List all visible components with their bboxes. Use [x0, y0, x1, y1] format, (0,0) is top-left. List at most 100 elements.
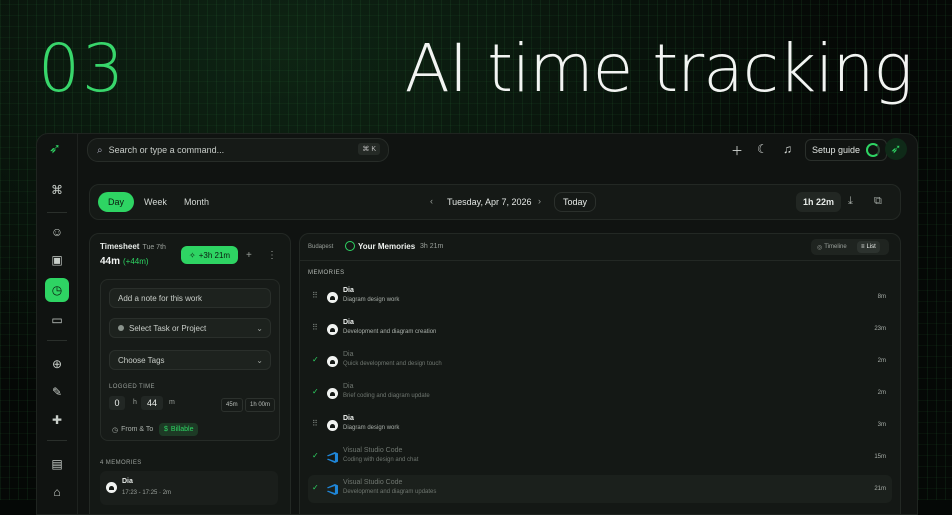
- export-icon[interactable]: ⧉: [874, 195, 882, 208]
- rail-divider: [47, 340, 67, 341]
- command-search[interactable]: ⌕ Search or type a command... ⌘ K: [87, 138, 389, 162]
- tab-day[interactable]: Day: [98, 192, 135, 212]
- shortcuts-icon[interactable]: ⌘: [45, 178, 69, 202]
- memory-description: Coding with design and chat: [343, 457, 419, 463]
- memory-row[interactable]: ✓ Dia Quick development and design touch…: [308, 347, 892, 375]
- tab-list[interactable]: ≡ List: [857, 241, 880, 253]
- top-bar: ⌕ Search or type a command... ⌘ K ＋ ☾ ♫ …: [77, 134, 917, 168]
- minutes-input[interactable]: 44: [141, 396, 163, 410]
- clock-small-icon: ◷: [112, 426, 119, 434]
- memory-duration: 2m: [877, 358, 886, 364]
- chevron-down-icon: ⌄: [256, 355, 263, 365]
- dollar-icon: $: [164, 426, 168, 433]
- memory-app-name: Visual Studio Code: [343, 479, 403, 486]
- rail-divider: [47, 212, 67, 213]
- more-icon[interactable]: ⋮: [267, 250, 277, 261]
- rail-divider: [47, 440, 67, 441]
- new-note-icon[interactable]: ✚: [45, 408, 69, 432]
- memories-icon: [345, 241, 355, 251]
- profile-icon[interactable]: ☺: [45, 220, 69, 244]
- app-window: ➶ ⌘ ☺ ▣ ◷ ▭ ⊕ ✎ ✚ ▤ ⌂ ⌕ Search or type a…: [36, 133, 918, 515]
- tab-timeline[interactable]: ◎ Timeline: [813, 241, 851, 253]
- from-to-toggle[interactable]: ◷ From & To: [107, 423, 158, 436]
- memory-row[interactable]: ⠿ Dia Diagram design work 3m: [308, 411, 892, 439]
- today-button[interactable]: Today: [554, 192, 597, 212]
- memory-description: Diagram design work: [343, 425, 400, 431]
- memory-row[interactable]: ⠿ Dia Diagram design work 8m: [308, 283, 892, 311]
- view-toggle: ◎ Timeline ≡ List: [811, 239, 889, 255]
- memory-app-name: Dia: [343, 319, 354, 326]
- drag-handle-icon[interactable]: ⠿: [312, 323, 318, 332]
- dia-app-icon: [327, 356, 338, 367]
- memory-duration: 21m: [874, 486, 886, 492]
- memory-description: Development and diagram creation: [343, 329, 437, 335]
- memories-title: Your Memories: [358, 242, 416, 251]
- duration-delta: (+44m): [123, 257, 149, 266]
- prev-day-icon[interactable]: ‹: [430, 196, 433, 206]
- dia-app-icon: [106, 482, 117, 493]
- vscode-app-icon: [327, 452, 338, 463]
- memory-row[interactable]: ✓ Visual Studio Code Coding with design …: [308, 443, 892, 471]
- magic-wand-icon[interactable]: ✎: [45, 380, 69, 404]
- logged-time-caption: LOGGED TIME: [109, 384, 155, 390]
- note-input[interactable]: Add a note for this work: [109, 288, 271, 308]
- hero-title: AI time tracking: [404, 30, 913, 107]
- list-icon: ≡: [861, 244, 865, 250]
- add-circle-icon[interactable]: ⊕: [45, 352, 69, 376]
- memory-description: Development and diagram updates: [343, 489, 437, 495]
- search-placeholder: Search or type a command...: [108, 145, 225, 155]
- chevron-down-icon: ⌄: [256, 323, 263, 333]
- memory-duration: 23m: [874, 326, 886, 332]
- video-icon[interactable]: ▭: [45, 308, 69, 332]
- bell-icon[interactable]: ♫: [783, 142, 792, 156]
- bank-icon[interactable]: ⌂: [45, 480, 69, 504]
- next-day-icon[interactable]: ›: [538, 196, 541, 206]
- memory-duration: 2m: [877, 390, 886, 396]
- timesheet-panel: Timesheet Tue 7th 44m (+44m) ✧ +3h 21m + ⋮ …: [89, 233, 291, 514]
- billable-badge[interactable]: $ Billable: [159, 423, 199, 436]
- tab-month[interactable]: Month: [174, 192, 219, 212]
- memory-row[interactable]: ✓ Visual Studio Code Development and dia…: [308, 475, 892, 503]
- shortcut-badge: ⌘ K: [358, 143, 380, 155]
- setup-guide-label: Setup guide: [812, 145, 861, 155]
- date-bar: Day Week Month ‹ Tuesday, Apr 7, 2026 › …: [89, 184, 901, 220]
- task-select[interactable]: Select Task or Project ⌄: [109, 318, 271, 338]
- memory-row[interactable]: ✓ Dia Brief coding and diagram update 2m: [308, 379, 892, 407]
- dia-app-icon: [327, 420, 338, 431]
- section-number: 03: [38, 30, 126, 107]
- add-time-button[interactable]: ✧ +3h 21m: [181, 246, 239, 264]
- drag-handle-icon[interactable]: ⠿: [312, 419, 318, 428]
- calendar-icon[interactable]: ▤: [45, 452, 69, 476]
- avatar[interactable]: ➶: [885, 138, 907, 160]
- project-dot-icon: [118, 325, 124, 331]
- hours-input[interactable]: 0: [109, 396, 125, 410]
- current-date: Tuesday, Apr 7, 2026: [447, 197, 532, 207]
- tags-select[interactable]: Choose Tags ⌄: [109, 350, 271, 370]
- dia-app-icon: [327, 388, 338, 399]
- briefcase-icon[interactable]: ▣: [45, 248, 69, 272]
- download-icon[interactable]: ⤓: [848, 195, 853, 208]
- check-icon: ✓: [312, 483, 319, 492]
- day-total: 1h 22m: [796, 192, 842, 212]
- clock-icon[interactable]: ◷: [45, 278, 69, 302]
- quick-45m-button[interactable]: 45m: [221, 398, 243, 412]
- memory-app-name: Dia: [343, 415, 354, 422]
- setup-guide-button[interactable]: Setup guide: [805, 139, 888, 161]
- timesheet-duration: 44m (+44m): [100, 256, 149, 267]
- memories-duration: 3h 21m: [420, 243, 444, 250]
- memories-panel: Budapest Your Memories 3h 21m ◎ Timeline …: [299, 233, 901, 514]
- moon-icon[interactable]: ☾: [757, 142, 768, 156]
- sidebar-rail: ➶ ⌘ ☺ ▣ ◷ ▭ ⊕ ✎ ✚ ▤ ⌂: [37, 134, 78, 514]
- memory-time: 17:23 - 17:25 · 2m: [122, 490, 172, 496]
- memory-row[interactable]: ⠿ Dia Development and diagram creation 2…: [308, 315, 892, 343]
- memory-app-name: Dia: [343, 383, 354, 390]
- add-icon[interactable]: +: [246, 250, 252, 261]
- quick-1h-button[interactable]: 1h 00m: [245, 398, 276, 412]
- memory-description: Quick development and design touch: [343, 361, 442, 367]
- drag-handle-icon[interactable]: ⠿: [312, 291, 318, 300]
- plus-icon[interactable]: ＋: [731, 142, 743, 159]
- tab-week[interactable]: Week: [134, 192, 177, 212]
- check-icon: ✓: [312, 451, 319, 460]
- app-logo-icon[interactable]: ➶: [49, 140, 61, 157]
- vscode-app-icon: [327, 484, 338, 495]
